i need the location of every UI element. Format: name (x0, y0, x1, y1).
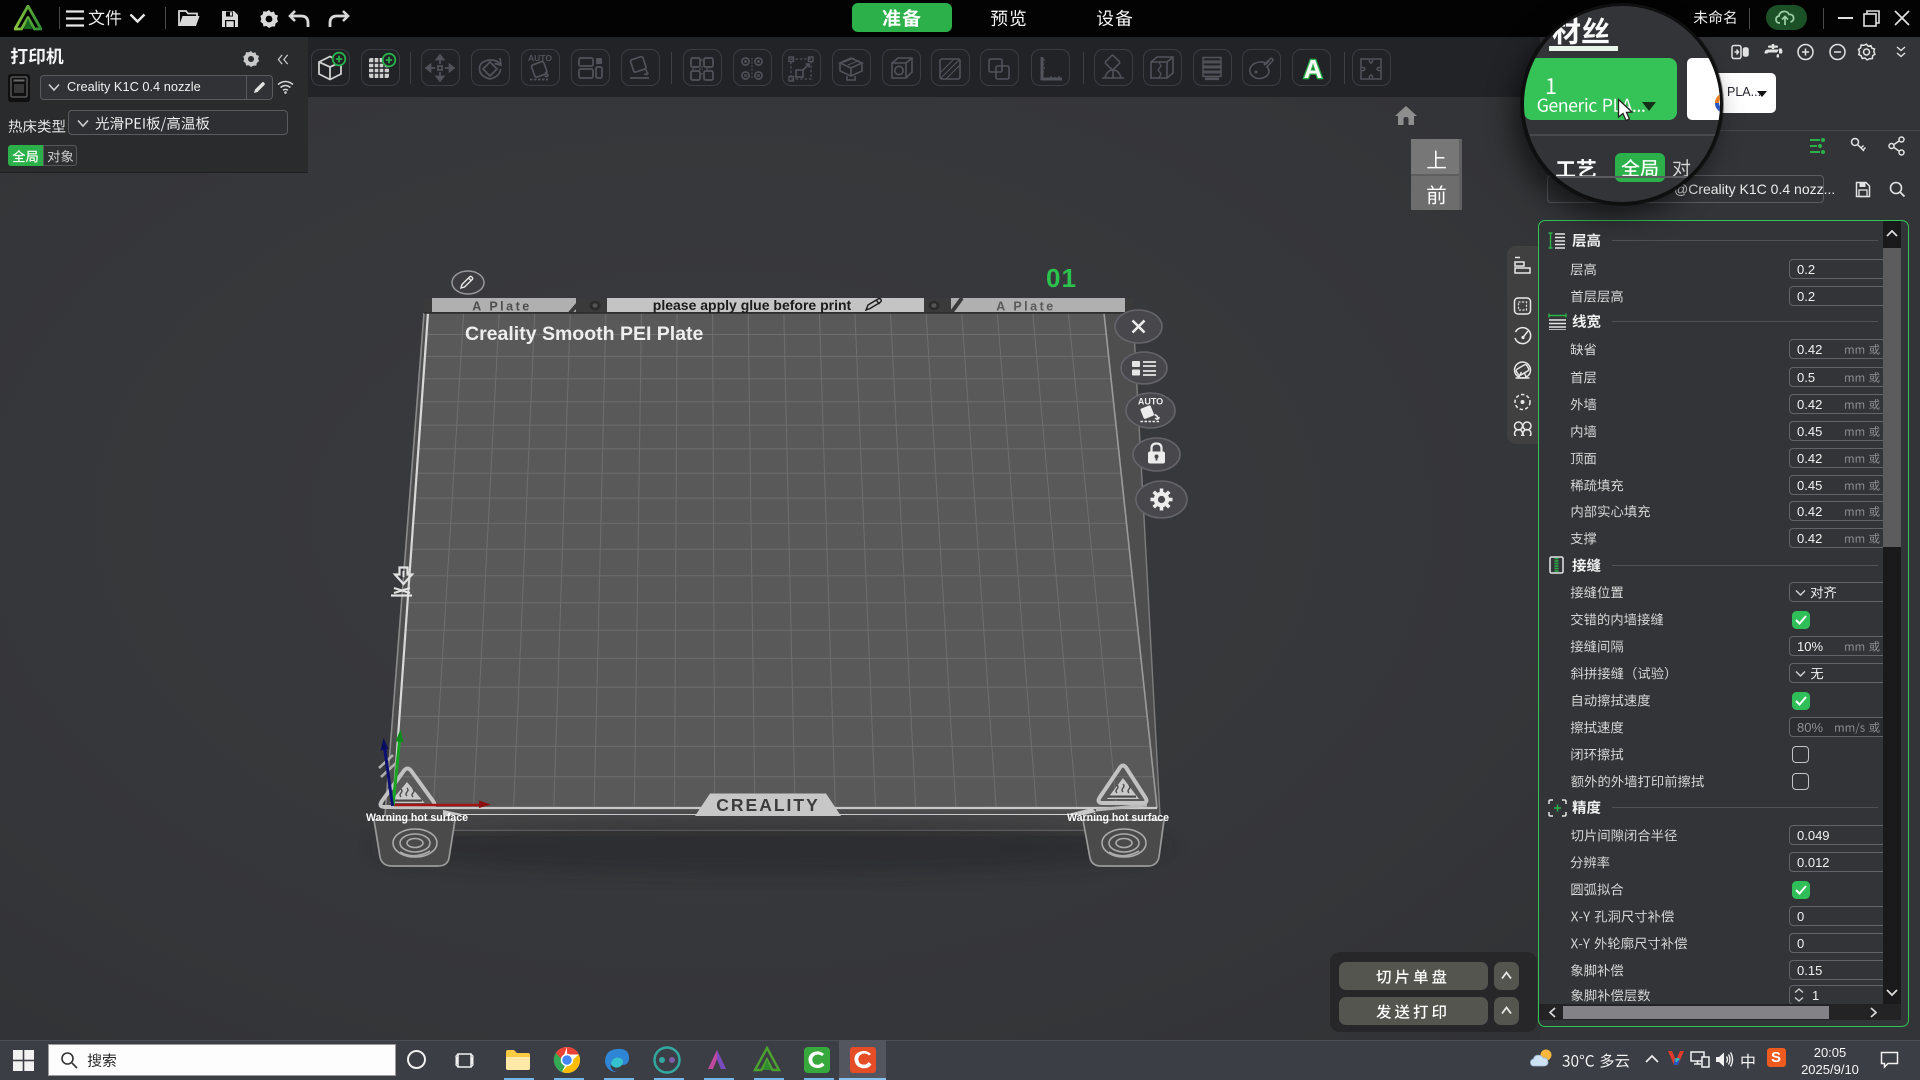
svg-text:A: A (1304, 54, 1323, 84)
svg-text:Creality Smooth PEI Plate: Creality Smooth PEI Plate (465, 323, 704, 345)
svg-text:CREALITY: CREALITY (716, 795, 820, 815)
svg-text:please apply glue before print: please apply glue before print (653, 297, 852, 313)
svg-text:Warning hot surface: Warning hot surface (1067, 812, 1169, 824)
svg-text:A Plate: A Plate (472, 300, 531, 314)
svg-text:A Plate: A Plate (996, 300, 1055, 314)
svg-text:AUTO: AUTO (1137, 396, 1162, 406)
svg-text:Warning hot surface: Warning hot surface (366, 812, 468, 824)
